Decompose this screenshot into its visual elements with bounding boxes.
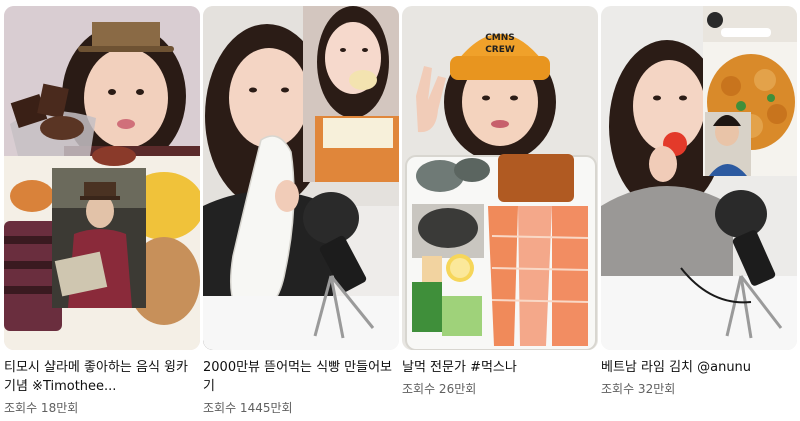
video-thumbnail[interactable] [601,6,797,350]
view-count: 조회수 26만회 [402,382,477,396]
video-title[interactable]: 베트남 라임 김치 @anunu [601,358,797,377]
shorts-card[interactable]: 2000만뷰 뜯어먹는 식빵 만들어보기 조회수 1445만회 [203,6,399,417]
view-count: 조회수 18만회 [4,401,79,415]
video-title[interactable]: 날먹 전문가 #먹스나 [402,358,598,377]
view-count: 조회수 32만회 [601,382,676,396]
lime-kimchi-thumbnail-icon [601,6,797,350]
shorts-card[interactable]: 베트남 라임 김치 @anunu 조회수 32만회 [601,6,797,398]
video-title[interactable]: 티모시 샬라메 좋아하는 음식 윙카 기념 ※Timothee... [4,358,200,396]
raw-seafood-thumbnail-icon: CMNS CREW [402,6,598,350]
svg-text:CREW: CREW [485,45,515,55]
bread-eating-thumbnail-icon [203,6,399,350]
shorts-card[interactable]: CMNS CREW 날먹 전문가 #먹스나 조회수 26만회 [402,6,598,398]
svg-text:CMNS: CMNS [485,33,515,43]
video-thumbnail[interactable]: CMNS CREW [402,6,598,350]
video-thumbnail[interactable] [4,6,200,350]
shorts-card[interactable]: 티모시 샬라메 좋아하는 음식 윙카 기념 ※Timothee... 조회수 1… [4,6,200,417]
chocolate-dessert-thumbnail-icon [4,6,200,350]
view-count: 조회수 1445만회 [203,401,293,415]
video-title[interactable]: 2000만뷰 뜯어먹는 식빵 만들어보기 [203,358,399,396]
video-thumbnail[interactable] [203,6,399,350]
shorts-grid: 티모시 샬라메 좋아하는 음식 윙카 기념 ※Timothee... 조회수 1… [0,0,800,421]
